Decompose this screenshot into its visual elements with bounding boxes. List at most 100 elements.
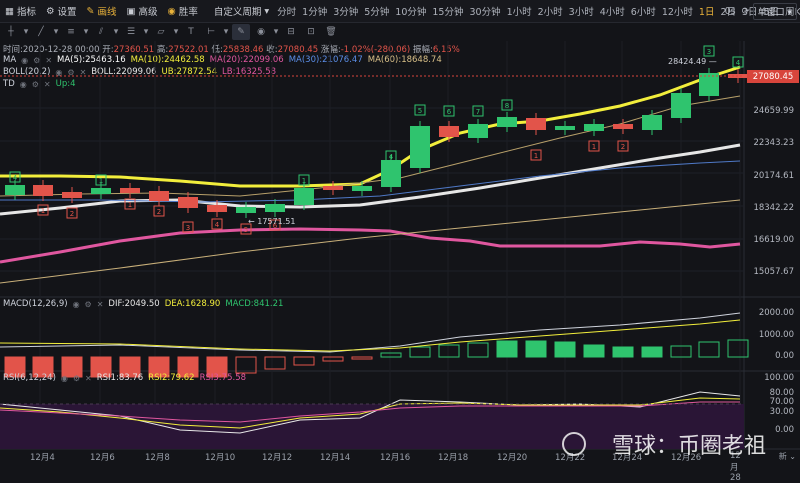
macd-bar [641, 346, 663, 358]
period-tab[interactable]: 分时 [274, 4, 299, 18]
window-mode-dropdown[interactable]: 单窗口 ▾ [752, 2, 797, 20]
winrate-button[interactable]: ◉ 胜率 [163, 0, 203, 22]
corner-menu[interactable]: 新 ⌄ [779, 451, 796, 462]
close-icon[interactable]: ✕ [97, 300, 104, 309]
gear-icon[interactable]: ⚙ [67, 68, 74, 77]
price-axis-label: 22343.23 [753, 138, 794, 148]
close-icon[interactable]: ✕ [45, 56, 52, 65]
period-tab[interactable]: 3小时 [566, 4, 597, 18]
td-marker [95, 174, 107, 186]
eye-icon[interactable]: ◉ [55, 68, 62, 77]
period-tab[interactable]: 1分钟 [299, 4, 330, 18]
close-icon[interactable]: ✕ [80, 68, 87, 77]
chevron-down-icon: ▾ [264, 5, 270, 17]
td-marker-label: 6 [273, 222, 278, 230]
macd-bar [264, 356, 286, 370]
rsi2-line [0, 397, 741, 429]
eye-icon[interactable]: ◉ [20, 80, 27, 89]
boll-lower-line [0, 227, 741, 264]
macd-bar [409, 346, 431, 358]
candle-body [62, 192, 82, 198]
indicator-button[interactable]: ▦ 指标 [0, 0, 41, 22]
settings-button[interactable]: ⚙ 设置 [41, 0, 82, 22]
period-tab[interactable]: 1小时 [504, 4, 535, 18]
eye-icon[interactable]: ◉ [61, 374, 68, 383]
brush-icon[interactable]: ✎ [232, 24, 250, 40]
period-tab[interactable]: 30分钟 [466, 4, 503, 18]
chevron-down-icon[interactable]: ▾ [82, 24, 90, 40]
close-icon[interactable]: ✕ [85, 374, 92, 383]
refresh-timer: 0s [724, 5, 736, 17]
gear-icon[interactable]: ⚙ [85, 300, 92, 309]
macd-bar [351, 356, 373, 360]
chevron-down-icon[interactable]: ▾ [52, 24, 60, 40]
draw-button[interactable]: ✎ 画线 [82, 0, 122, 22]
rsi-axis-label: 70.00 [769, 397, 794, 407]
gear-icon[interactable]: ⚙ [32, 80, 39, 89]
period-tab[interactable]: 1日 [696, 4, 718, 18]
measure-icon[interactable]: ⊢ [202, 24, 220, 40]
price-axis-label: 20174.61 [753, 171, 794, 181]
period-tab[interactable]: 6小时 [628, 4, 659, 18]
crosshair-icon[interactable]: ┼ [2, 24, 20, 40]
td-marker-label: 8 [505, 102, 509, 110]
td-marker-label: 1 [592, 143, 596, 151]
td-marker-label: 1 [302, 177, 306, 185]
ma-legend: MA ◉ ⚙ ✕ MA(5):25463.16 MA(10):24462.58 … [3, 55, 442, 65]
td-marker-label: 3 [186, 224, 190, 232]
custom-period-dropdown[interactable]: 自定义周期 ▾ [209, 0, 274, 22]
td-marker [298, 174, 310, 186]
top-toolbar: ▦ 指标 ⚙ 设置 ✎ 画线 ▣ 高级 ◉ 胜率 自定义周期 ▾ 分时 1分钟 3分… [0, 0, 800, 23]
td-marker [37, 204, 49, 216]
period-tab[interactable]: 4小时 [597, 4, 628, 18]
eye-icon[interactable]: ◉ [252, 24, 270, 40]
candle-body [352, 186, 372, 191]
min-price-label: ← 17571.51 [248, 217, 295, 226]
period-tab[interactable]: 10分钟 [392, 4, 429, 18]
period-tab[interactable]: 12小时 [659, 4, 696, 18]
fib-icon[interactable]: ☰ [122, 24, 140, 40]
magnet-icon[interactable]: ⊡ [302, 24, 320, 40]
gear-icon[interactable]: ⚙ [73, 374, 80, 383]
ma60-line [0, 199, 741, 284]
candle-body [120, 188, 140, 193]
chevron-down-icon[interactable]: ▾ [22, 24, 30, 40]
td-marker-label: 7 [476, 108, 480, 116]
trash-icon[interactable]: 🗑 [322, 24, 340, 40]
period-tab[interactable]: 3分钟 [330, 4, 361, 18]
eye-icon[interactable]: ◉ [73, 300, 80, 309]
period-tab[interactable]: 5分钟 [361, 4, 392, 18]
gear-icon[interactable]: ⚙ [33, 56, 40, 65]
horizontal-line-icon[interactable]: ≡ [62, 24, 80, 40]
chevron-down-icon[interactable]: ▾ [222, 24, 230, 40]
td-marker-label: 1 [534, 152, 538, 160]
chevron-down-icon[interactable]: ▾ [272, 24, 280, 40]
td-marker-label: 4 [215, 221, 220, 229]
close-icon[interactable]: ✕ [44, 80, 51, 89]
period-tab[interactable]: 2小时 [535, 4, 566, 18]
channel-icon[interactable]: ⫽ [92, 24, 110, 40]
date-label: 12月8 [145, 453, 170, 463]
td-marker [182, 221, 194, 233]
td-marker-label: 5 [244, 226, 248, 234]
chevron-down-icon[interactable]: ▾ [172, 24, 180, 40]
candle-body [91, 188, 111, 194]
macd-bar [554, 341, 576, 358]
refresh-icon[interactable]: ⟳ [739, 6, 753, 17]
shape-icon[interactable]: ▱ [152, 24, 170, 40]
chevron-down-icon[interactable]: ▾ [142, 24, 150, 40]
lock-icon[interactable]: ⊟ [282, 24, 300, 40]
macd-axis-label: 2000.00 [758, 308, 794, 318]
advanced-button[interactable]: ▣ 高级 [122, 0, 163, 22]
boll-mid-line [0, 95, 741, 197]
trendline-icon[interactable]: ╱ [32, 24, 50, 40]
chevron-down-icon[interactable]: ▾ [112, 24, 120, 40]
td-marker-label: 4 [736, 59, 741, 67]
eye-icon[interactable]: ◉ [21, 56, 28, 65]
text-tool-icon[interactable]: T [182, 24, 200, 40]
current-price-tag: 27080.45 [747, 70, 799, 83]
rsi-axis-label: 30.00 [769, 407, 794, 417]
td-marker [153, 205, 165, 217]
period-tab[interactable]: 15分钟 [429, 4, 466, 18]
td-marker [530, 149, 542, 161]
